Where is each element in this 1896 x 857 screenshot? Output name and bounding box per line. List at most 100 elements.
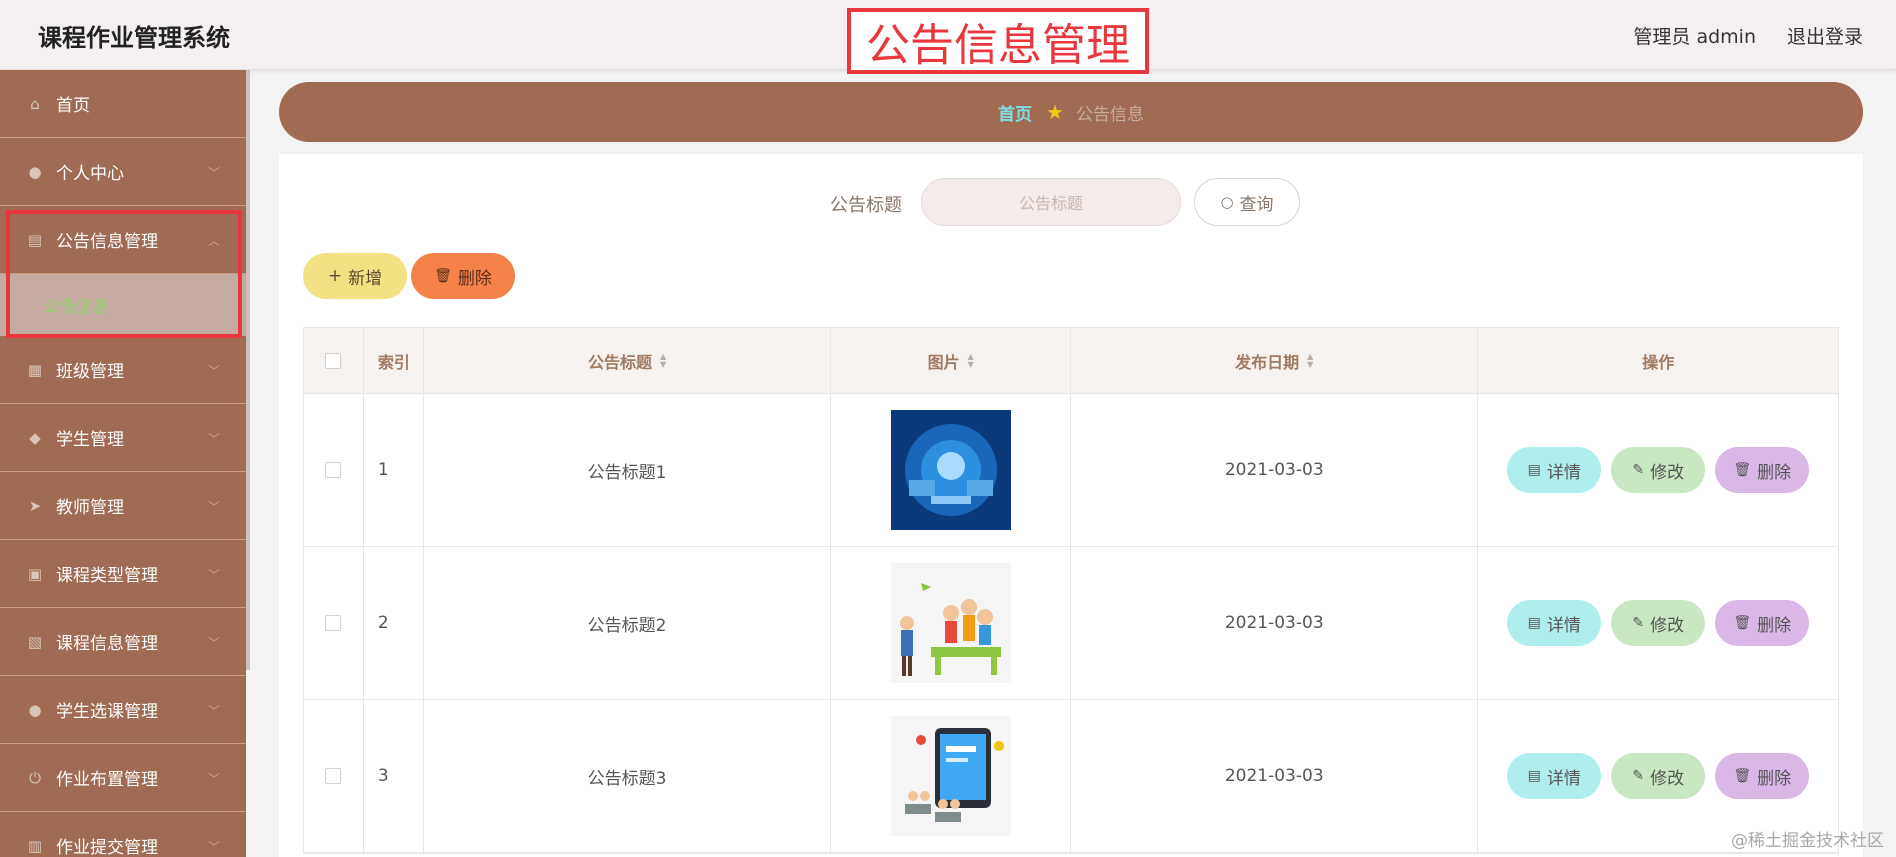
user-info: 管理员 admin <box>1633 26 1756 48</box>
sidebar-item-label: 作业布置管理 <box>56 770 158 790</box>
header-date[interactable]: 发布日期 ▲ ▼ <box>1071 328 1479 393</box>
detail-label: 详情 <box>1546 615 1581 636</box>
pencil-icon: ✎ <box>1632 768 1645 784</box>
table-row: 1 公告标题1 2021-03-03 ▤ 详情 ✎ 修改 🗑 删除 <box>304 394 1838 547</box>
pencil-icon: ✎ <box>1632 462 1645 478</box>
query-button[interactable]: ○ 查询 <box>1194 178 1300 226</box>
header-title[interactable]: 公告标题 ▲ ▼ <box>424 328 832 393</box>
search-icon: ○ <box>1220 193 1234 211</box>
add-button-label: 新增 <box>348 268 383 289</box>
delete-label: 删除 <box>1757 462 1792 483</box>
chevron-up-icon: ︿ <box>207 234 220 248</box>
search-placeholder: 公告标题 <box>1018 194 1083 213</box>
query-button-label: 查询 <box>1239 194 1274 215</box>
sidebar-item-label: 作业提交管理 <box>56 838 158 857</box>
sidebar-item-students[interactable]: ◆ 学生管理 ﹀ <box>0 404 246 472</box>
delete-button[interactable]: 🗑 删除 <box>1715 753 1810 799</box>
chevron-down-icon: ﹀ <box>207 840 220 854</box>
row-checkbox[interactable] <box>325 462 342 478</box>
delete-button[interactable]: 🗑 删除 <box>1715 447 1810 493</box>
document-icon: ▤ <box>1527 462 1541 478</box>
breadcrumb-home[interactable]: 首页 <box>998 100 1032 125</box>
document-icon: ▧ <box>27 632 43 651</box>
sidebar-item-course-selection[interactable]: ● 学生选课管理 ﹀ <box>0 676 246 744</box>
header-index: 索引 <box>364 328 424 393</box>
table-row: 3 公告标题3 2021-03-03 ▤ 详情 ✎ 修改 🗑 删除 <box>304 700 1838 853</box>
row-checkbox[interactable] <box>325 615 342 631</box>
sidebar-item-teachers[interactable]: ➤ 教师管理 ﹀ <box>0 472 246 540</box>
row-index: 1 <box>364 394 424 546</box>
row-date: 2021-03-03 <box>1071 700 1479 852</box>
user-icon: ● <box>28 162 42 181</box>
sidebar-item-announcements[interactable]: ▤ 公告信息管理 ︿ <box>0 206 246 274</box>
add-button[interactable]: + 新增 <box>303 253 407 299</box>
sort-icon[interactable]: ▲ ▼ <box>968 352 974 369</box>
plus-icon: + <box>327 266 343 286</box>
edit-label: 修改 <box>1650 768 1685 789</box>
detail-label: 详情 <box>1546 768 1581 789</box>
breadcrumb-current: 公告信息 <box>1075 104 1144 125</box>
announcement-thumbnail-classroom[interactable] <box>890 563 1011 683</box>
sidebar-item-label: 课程信息管理 <box>56 634 158 654</box>
power-icon: ⏻ <box>29 768 41 787</box>
people-icon: ◆ <box>29 428 41 447</box>
sidebar-item-label: 班级管理 <box>56 362 124 382</box>
sidebar: ⌂ 首页 ● 个人中心 ﹀ ▤ 公告信息管理 ︿ 公告信息 ▦ 班级管理 ﹀ ◆… <box>0 70 246 857</box>
grid-icon: ▦ <box>27 360 43 379</box>
detail-button[interactable]: ▤ 详情 <box>1507 753 1602 799</box>
sort-icon[interactable]: ▲ ▼ <box>1307 352 1313 369</box>
sidebar-item-classes[interactable]: ▦ 班级管理 ﹀ <box>0 336 246 404</box>
sidebar-item-home[interactable]: ⌂ 首页 <box>0 70 246 138</box>
announcement-thumbnail-tech[interactable] <box>890 410 1011 530</box>
header-date-label: 发布日期 <box>1235 352 1300 372</box>
page-heading: 公告信息管理 <box>847 8 1149 74</box>
top-header: 课程作业管理系统 公告信息管理 管理员 admin 退出登录 <box>0 0 1896 74</box>
select-all-checkbox[interactable] <box>325 352 342 369</box>
edit-button[interactable]: ✎ 修改 <box>1611 600 1706 646</box>
edit-button[interactable]: ✎ 修改 <box>1611 447 1706 493</box>
chevron-down-icon: ﹀ <box>207 636 220 650</box>
star-icon: ★ <box>1046 100 1064 124</box>
detail-button[interactable]: ▤ 详情 <box>1507 447 1602 493</box>
logout-link[interactable]: 退出登录 <box>1787 22 1863 49</box>
detail-button[interactable]: ▤ 详情 <box>1507 600 1602 646</box>
batch-delete-button[interactable]: 🗑 删除 <box>411 253 515 299</box>
announcement-table: 索引 公告标题 ▲ ▼ 图片 ▲ ▼ 发布日期 ▲ ▼ 操作 1 公告标题1 2… <box>303 327 1839 854</box>
trash-icon: 🗑 <box>434 268 452 284</box>
search-label: 公告标题 <box>830 195 902 216</box>
sidebar-scrollbar[interactable] <box>246 70 250 670</box>
submenu-item-announcements[interactable]: 公告信息 <box>0 274 246 336</box>
trash-icon: 🗑 <box>1733 768 1752 784</box>
user-icon: ● <box>28 700 42 719</box>
sidebar-item-label: 首页 <box>56 96 90 116</box>
sidebar-item-submissions[interactable]: ▥ 作业提交管理 ﹀ <box>0 812 246 857</box>
delete-button[interactable]: 🗑 删除 <box>1715 600 1810 646</box>
search-input[interactable]: 公告标题 <box>921 178 1181 226</box>
chevron-down-icon: ﹀ <box>207 500 220 514</box>
row-title: 公告标题3 <box>424 700 832 852</box>
chevron-down-icon: ﹀ <box>207 166 220 180</box>
sidebar-item-courses[interactable]: ▧ 课程信息管理 ﹀ <box>0 608 246 676</box>
row-date: 2021-03-03 <box>1071 394 1479 546</box>
row-index: 3 <box>364 700 424 852</box>
sidebar-item-course-types[interactable]: ▣ 课程类型管理 ﹀ <box>0 540 246 608</box>
clipboard-icon: ▤ <box>27 230 43 249</box>
home-icon: ⌂ <box>30 94 40 113</box>
edit-button[interactable]: ✎ 修改 <box>1611 753 1706 799</box>
sort-icon[interactable]: ▲ ▼ <box>660 352 666 369</box>
sidebar-item-profile[interactable]: ● 个人中心 ﹀ <box>0 138 246 206</box>
briefcase-icon: ▣ <box>27 564 43 583</box>
row-title: 公告标题2 <box>424 547 832 699</box>
edit-label: 修改 <box>1650 615 1685 636</box>
watermark: @稀土掘金技术社区 <box>1731 831 1884 851</box>
header-image-label: 图片 <box>927 352 960 372</box>
table-header: 索引 公告标题 ▲ ▼ 图片 ▲ ▼ 发布日期 ▲ ▼ 操作 <box>304 328 1838 394</box>
sidebar-item-assignments[interactable]: ⏻ 作业布置管理 ﹀ <box>0 744 246 812</box>
header-image[interactable]: 图片 ▲ ▼ <box>831 328 1072 393</box>
delete-label: 删除 <box>1757 615 1792 636</box>
book-icon: ▥ <box>27 836 43 855</box>
sidebar-item-label: 学生选课管理 <box>56 702 158 722</box>
announcement-thumbnail-elearning[interactable] <box>890 716 1011 836</box>
row-checkbox[interactable] <box>325 768 342 784</box>
row-date: 2021-03-03 <box>1071 547 1479 699</box>
